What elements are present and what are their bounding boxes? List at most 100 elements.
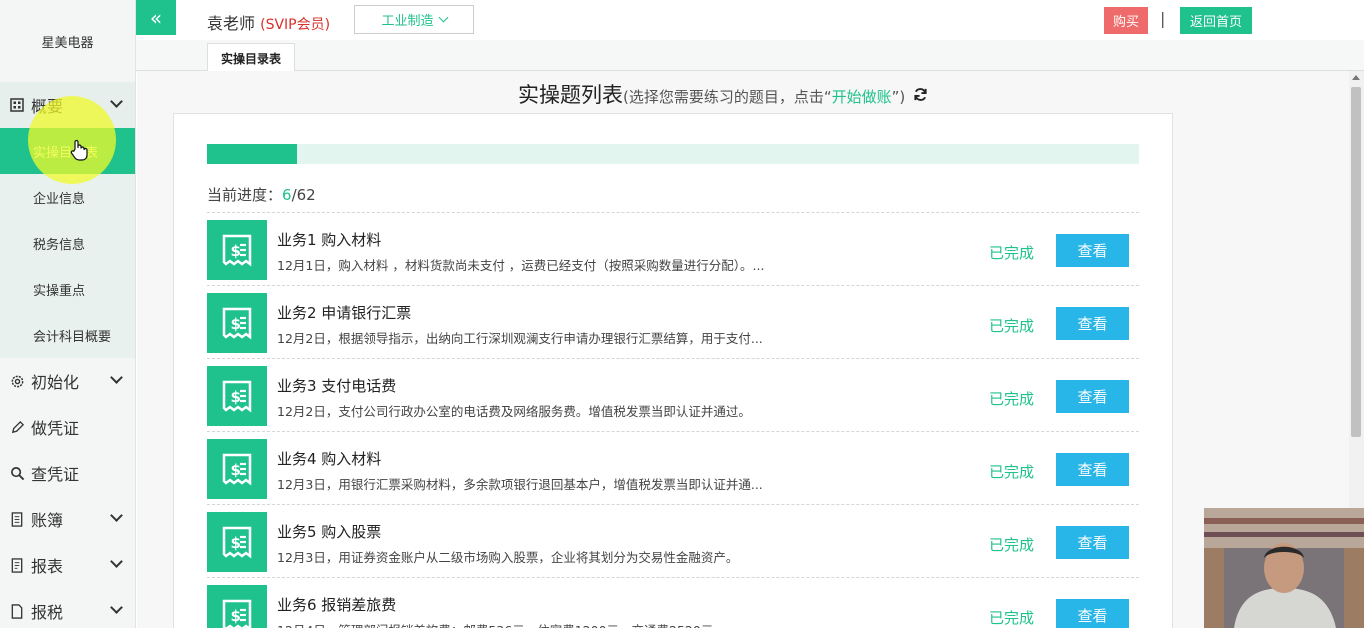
tab-practice-catalog[interactable]: 实操目录表	[207, 43, 296, 72]
sidebar-item-make-voucher[interactable]: 做凭证	[0, 404, 135, 450]
view-button[interactable]: 查看	[1056, 526, 1129, 559]
task-row: $ 业务4 购入材料 12月3日，用银行汇票采购材料，多余款项银行退回基本户，增值税…	[207, 431, 1139, 504]
chevron-down-icon	[110, 95, 123, 108]
task-row: $ 业务3 支付电话费 12月2日，支付公司行政办公室的电话费及网络服务费。增值税发…	[207, 358, 1139, 431]
progress-fill	[207, 144, 298, 164]
refresh-icon[interactable]	[913, 87, 928, 107]
sidebar-item-overview[interactable]: 概要	[0, 82, 135, 128]
sidebar-item-label: 报税	[31, 603, 64, 622]
task-status: 已完成	[989, 536, 1035, 554]
task-title: 业务3 支付电话费	[277, 377, 397, 395]
sidebar-item-label: 初始化	[31, 373, 80, 392]
chevron-down-icon	[110, 371, 123, 384]
hint-prefix: (选择您需要练习的题目，点击“	[623, 88, 832, 106]
report-icon	[8, 557, 26, 573]
sidebar-item-company-info[interactable]: 企业信息	[0, 174, 135, 220]
search-icon	[8, 466, 26, 481]
task-list: $ 业务1 购入材料 12月1日，购入材料 ，材料货款尚未支付 ，运费已经支付（按照…	[207, 212, 1139, 628]
sidebar-item-label: 查凭证	[31, 465, 80, 484]
sidebar-item-ledger[interactable]: 账簿	[0, 496, 135, 542]
svg-text:$: $	[231, 461, 241, 479]
sidebar-item-view-voucher[interactable]: 查凭证	[0, 450, 135, 496]
chevron-down-icon	[110, 601, 123, 614]
view-button[interactable]: 查看	[1056, 234, 1129, 267]
task-description: 12月4日，管理部门报销差旅费：邮费536元，住宿费1200元，交通费2520元…	[277, 620, 725, 628]
task-row: $ 业务6 报销差旅费 12月4日，管理部门报销差旅费：邮费536元，住宿费1200…	[207, 577, 1139, 628]
sidebar-item-label: 概要	[31, 97, 64, 116]
back-home-button[interactable]: 返回首页	[1180, 7, 1252, 34]
progress-bar	[207, 144, 1139, 164]
brand-name: 星美电器	[41, 35, 94, 51]
task-status: 已完成	[989, 390, 1035, 408]
view-button[interactable]: 查看	[1056, 453, 1129, 486]
progress-total: /62	[291, 186, 316, 204]
page-title-text: 实操题列表	[518, 83, 623, 107]
progress-done: 6	[282, 186, 292, 204]
sidebar-item-account-subjects[interactable]: 会计科目概要	[0, 312, 135, 358]
task-title: 业务1 购入材料	[277, 231, 382, 249]
chevron-down-icon	[110, 509, 123, 522]
task-panel: 当前进度：6/62 $ 业务1 购入材料 12月1日，购入材料 ，材料货款尚未支付 …	[173, 113, 1173, 628]
vip-badge: (SVIP会员)	[260, 17, 331, 33]
industry-dropdown[interactable]: 工业制造	[354, 5, 474, 34]
overview-submenu: 实操目录表 企业信息 税务信息 实操重点 会计科目概要	[0, 128, 135, 358]
sidebar-item-practice-catalog[interactable]: 实操目录表	[0, 128, 135, 174]
view-button[interactable]: 查看	[1056, 599, 1129, 628]
sidebar-item-practice-focus[interactable]: 实操重点	[0, 266, 135, 312]
svg-text:$: $	[231, 315, 241, 333]
hint-suffix: ”)	[891, 88, 906, 106]
scroll-up-arrow-icon[interactable]	[1352, 75, 1360, 80]
pencil-icon	[8, 420, 26, 435]
tab-bar: 实操目录表	[136, 40, 1364, 72]
sidebar-item-reports[interactable]: 报表	[0, 542, 135, 588]
sidebar: 星美电器 概要 实操目录表 企业信息 税务信息 实操重点 会计科目概要 初始化 …	[0, 0, 136, 628]
receipt-icon: $	[207, 585, 267, 628]
task-description: 12月3日，用证券资金账户从二级市场购入股票，企业将其划分为交易性金融资产。	[277, 550, 739, 565]
progress-label: 当前进度：	[207, 186, 283, 204]
webcam-video	[1204, 508, 1364, 628]
topbar: « 袁老师 (SVIP会员) 工业制造 购买 | 返回首页	[136, 0, 1364, 40]
view-button[interactable]: 查看	[1056, 307, 1129, 340]
task-row: $ 业务2 申请银行汇票 12月2日，根据领导指示，出纳向工行深圳观澜支行申请办理银…	[207, 285, 1139, 358]
grid-icon	[8, 98, 26, 112]
sidebar-item-tax-filing[interactable]: 报税	[0, 588, 135, 634]
hand-cursor-icon	[70, 139, 88, 166]
sidebar-item-tax-info[interactable]: 税务信息	[0, 220, 135, 266]
document-icon	[8, 603, 26, 619]
task-description: 12月1日，购入材料 ，材料货款尚未支付 ，运费已经支付（按照采购数量进行分配）…	[277, 258, 765, 273]
progress-text: 当前进度：6/62	[207, 184, 316, 205]
scrollbar-thumb[interactable]	[1351, 87, 1361, 437]
gear-icon	[8, 374, 26, 389]
task-status: 已完成	[989, 244, 1035, 262]
page-title: 实操题列表 (选择您需要练习的题目，点击“开始做账”)	[518, 79, 928, 109]
chevron-down-icon	[110, 555, 123, 568]
user-info: 袁老师 (SVIP会员)	[207, 10, 330, 34]
svg-text:$: $	[231, 607, 241, 625]
task-description: 12月3日，用银行汇票采购材料，多余款项银行退回基本户，增值税发票当即认证并通.…	[277, 477, 763, 492]
task-status: 已完成	[989, 609, 1035, 627]
sidebar-item-init[interactable]: 初始化	[0, 358, 135, 404]
task-row: $ 业务5 购入股票 12月3日，用证券资金账户从二级市场购入股票，企业将其划分为交…	[207, 504, 1139, 577]
industry-label: 工业制造	[381, 14, 434, 29]
hint-emphasis: 开始做账	[831, 88, 892, 106]
page-hint: (选择您需要练习的题目，点击“开始做账”)	[623, 86, 905, 107]
sidebar-item-label: 做凭证	[31, 419, 80, 438]
book-icon	[8, 511, 26, 527]
svg-text:$: $	[231, 242, 241, 260]
chevron-down-icon	[438, 12, 448, 23]
svg-text:$: $	[231, 534, 241, 552]
view-button[interactable]: 查看	[1056, 380, 1129, 413]
task-title: 业务6 报销差旅费	[277, 596, 397, 614]
task-status: 已完成	[989, 317, 1035, 335]
buy-button[interactable]: 购买	[1104, 7, 1148, 34]
task-row: $ 业务1 购入材料 12月1日，购入材料 ，材料货款尚未支付 ，运费已经支付（按照…	[207, 212, 1139, 285]
main-content: 实操题列表 (选择您需要练习的题目，点击“开始做账”) 当前进度：6/62 $ 业…	[137, 71, 1349, 628]
svg-text:$: $	[231, 388, 241, 406]
receipt-icon: $	[207, 512, 267, 572]
task-title: 业务2 申请银行汇票	[277, 304, 412, 322]
collapse-sidebar-button[interactable]: «	[136, 0, 176, 35]
task-description: 12月2日，根据领导指示，出纳向工行深圳观澜支行申请办理银行汇票结算，用于支付.…	[277, 331, 763, 346]
receipt-icon: $	[207, 366, 267, 426]
receipt-icon: $	[207, 220, 267, 280]
divider: |	[1160, 9, 1166, 28]
